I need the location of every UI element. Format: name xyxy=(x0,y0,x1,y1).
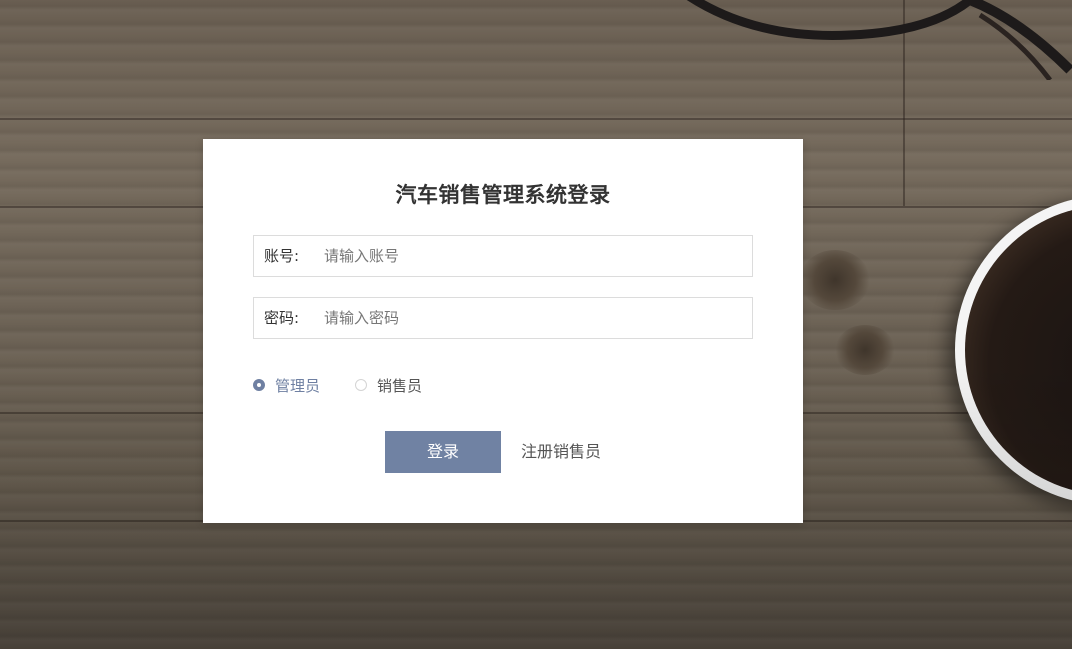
login-card: 汽车销售管理系统登录 账号: 密码: 管理员 销售员 登录 注册销售员 xyxy=(203,139,803,523)
password-input[interactable] xyxy=(324,298,744,338)
radio-unchecked-icon[interactable] xyxy=(355,379,367,391)
account-input[interactable] xyxy=(324,236,744,276)
radio-checked-icon[interactable] xyxy=(253,379,265,391)
password-label: 密码: xyxy=(264,309,300,327)
account-field: 账号: xyxy=(253,235,753,277)
password-field: 密码: xyxy=(253,297,753,339)
page-title: 汽车销售管理系统登录 xyxy=(395,183,611,207)
role-label-sales: 销售员 xyxy=(377,377,423,395)
login-button[interactable]: 登录 xyxy=(385,431,501,473)
register-salesperson-link[interactable]: 注册销售员 xyxy=(521,431,601,473)
account-label: 账号: xyxy=(264,247,300,265)
role-label-admin: 管理员 xyxy=(275,377,321,395)
